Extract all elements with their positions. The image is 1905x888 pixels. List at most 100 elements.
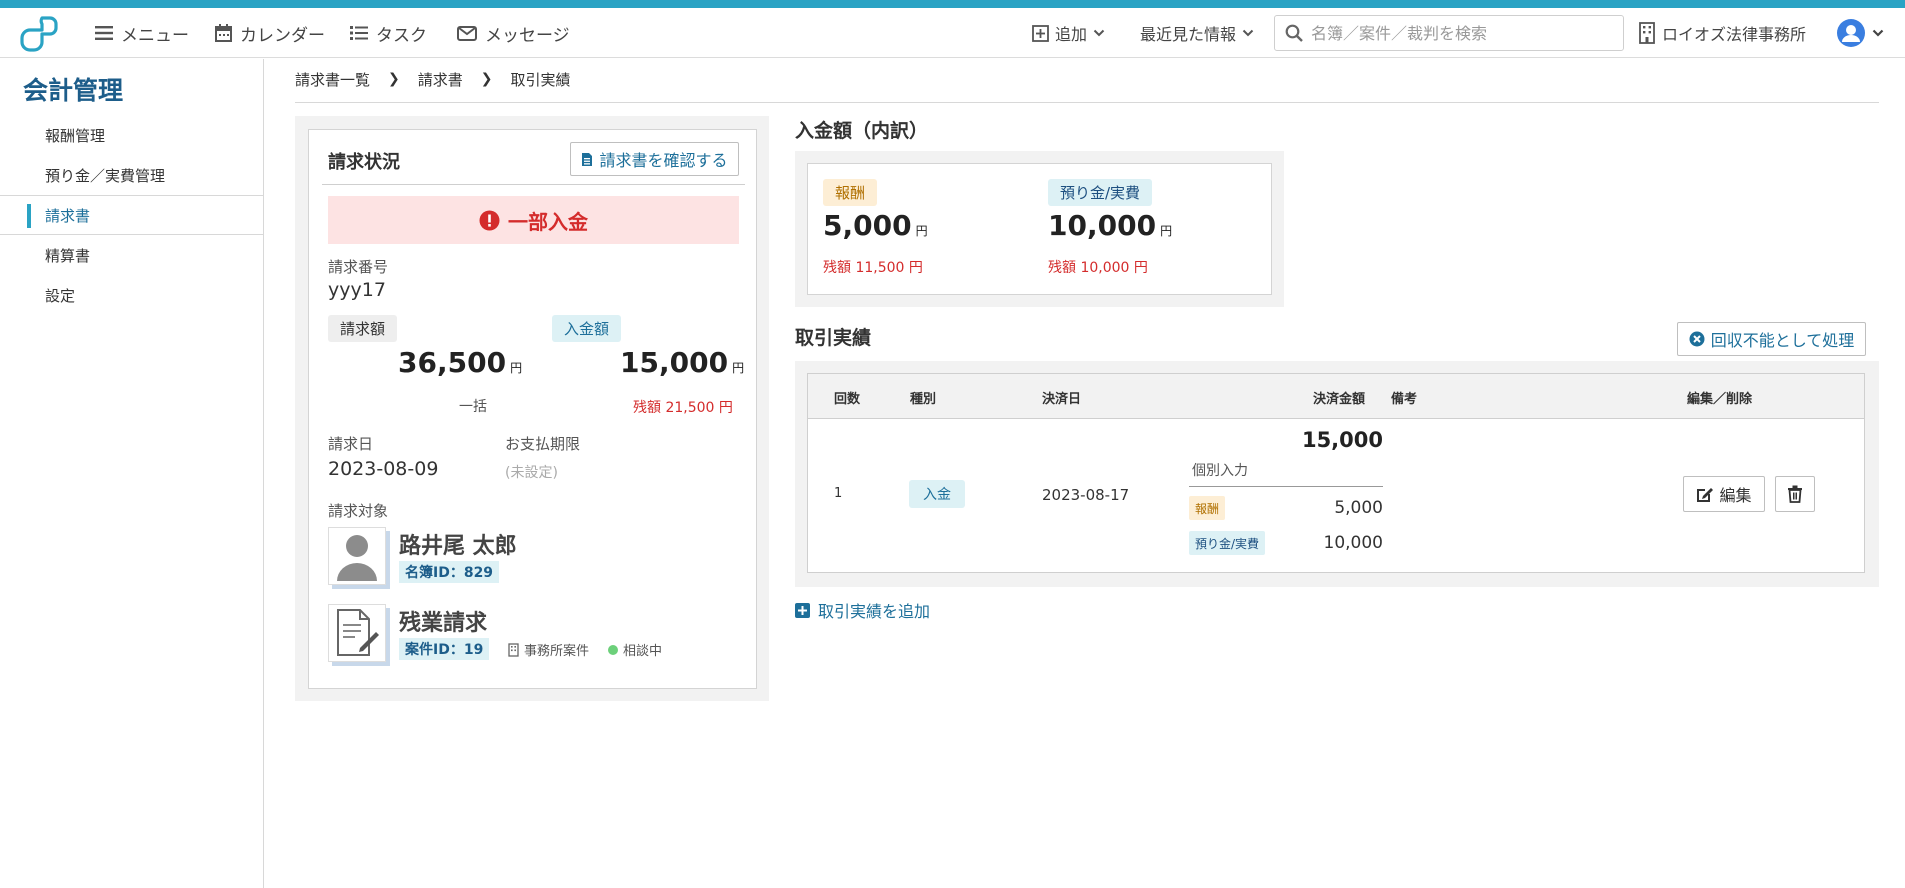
col-count: 回数 [834, 392, 861, 407]
sidebar-item-label: 報酬管理 [45, 126, 106, 145]
fee-amount: 5,000 [823, 209, 912, 242]
col-date: 決済日 [1042, 392, 1082, 407]
chevron-down-icon [1242, 29, 1254, 37]
search-icon [1285, 24, 1303, 42]
sidebar-item-settlements[interactable]: 精算書 [0, 235, 264, 275]
invoice-number: yyy17 [328, 279, 386, 301]
case-type: 事務所案件 [508, 640, 589, 659]
due-date: (未設定) [505, 465, 558, 481]
person-silhouette-icon [337, 535, 377, 581]
billing-target-label: 請求対象 [328, 502, 389, 520]
nav-task-label: タスク [376, 25, 427, 46]
nav-menu[interactable]: メニュー [95, 8, 189, 58]
fee-remaining: 残額 11,500 円 [823, 260, 923, 276]
table-header: 回数 種別 決済日 決済金額 備考 編集／削除 [808, 374, 1864, 419]
paid-amount-wrap: 15,000 円 [620, 346, 744, 379]
chevron-down-icon [1093, 29, 1105, 37]
app-logo-icon[interactable] [20, 14, 58, 52]
row-type-badge: 入金 [909, 480, 965, 508]
split-deposit-amount: 10,000 [1323, 533, 1383, 553]
billed-amount-label: 請求額 [328, 315, 398, 342]
case-avatar[interactable] [328, 604, 386, 662]
sidebar-title: 会計管理 [23, 76, 124, 105]
billed-payment-type: 一括 [459, 399, 487, 415]
mail-icon [457, 25, 477, 41]
card-divider [322, 184, 745, 185]
breadcrumb-divider [295, 102, 1879, 103]
nav-message[interactable]: メッセージ [457, 8, 570, 58]
sidebar: 会計管理 報酬管理 預り金／実費管理 請求書 精算書 設定 [0, 59, 264, 888]
case-status: 相談中 [608, 640, 662, 659]
mark-uncollectible-button[interactable]: 回収不能として処理 [1677, 322, 1866, 356]
chevron-down-icon [1872, 29, 1884, 37]
nav-menu-label: メニュー [121, 25, 189, 46]
sidebar-item-settings[interactable]: 設定 [0, 275, 264, 315]
breadcrumb-invoice[interactable]: 請求書 [418, 69, 463, 90]
paid-remaining: 残額 21,500 円 [633, 400, 733, 416]
deposit-remaining: 残額 10,000 円 [1048, 260, 1148, 276]
office-selector[interactable]: ロイオズ法律事務所 [1638, 8, 1806, 58]
deposit-amount-wrap: 10,000 円 [1048, 209, 1172, 242]
invoice-date-label: 請求日 [328, 435, 374, 453]
nav-task[interactable]: タスク [350, 8, 427, 58]
transactions-table: 回数 種別 決済日 決済金額 備考 編集／削除 1 入金 2023-08-17 … [807, 373, 1865, 573]
app-header: メニュー カレンダー タスク メッセージ 追加 最近見た情報 ロイオズ法律事務所 [0, 8, 1905, 58]
row-date: 2023-08-17 [1042, 486, 1130, 504]
deposit-label: 預り金/実費 [1048, 179, 1153, 206]
split-fee-amount: 5,000 [1334, 498, 1383, 518]
person-name[interactable]: 路井尾 太郎 [399, 528, 517, 560]
edit-icon [1697, 487, 1714, 502]
nav-calendar[interactable]: カレンダー [215, 8, 325, 58]
payment-status-banner: 一部入金 [328, 196, 739, 244]
sidebar-item-invoices[interactable]: 請求書 [0, 195, 264, 235]
row-input-type: 個別入力 [1192, 463, 1248, 479]
edit-transaction-button[interactable]: 編集 [1683, 476, 1765, 512]
nav-message-label: メッセージ [485, 25, 570, 46]
case-id-badge: 案件ID：19 [399, 638, 490, 660]
add-transaction-link[interactable]: 取引実績を追加 [795, 598, 930, 622]
case-type-label: 事務所案件 [524, 644, 590, 659]
breakdown-card: 報酬 5,000 円 残額 11,500 円 預り金/実費 10,000 円 残額 … [807, 163, 1272, 295]
top-accent-stripe [0, 0, 1905, 8]
search-input[interactable] [1311, 23, 1601, 43]
transactions-panel: 回数 種別 決済日 決済金額 備考 編集／削除 1 入金 2023-08-17 … [795, 361, 1879, 587]
sidebar-item-fees[interactable]: 報酬管理 [0, 115, 264, 155]
edit-label: 編集 [1719, 486, 1752, 505]
user-menu[interactable] [1836, 8, 1884, 58]
confirm-invoice-button[interactable]: 請求書を確認する [570, 142, 739, 176]
paid-amount-label: 入金額 [552, 315, 622, 342]
invoice-status-card: 請求状況 請求書を確認する 一部入金 請求番号 yyy17 請求額 入金額 36… [308, 129, 757, 689]
add-dropdown[interactable]: 追加 [1032, 8, 1105, 58]
status-dot-icon [608, 644, 618, 655]
person-avatar[interactable] [328, 527, 386, 585]
breakdown-title: 入金額（内訳） [795, 120, 929, 142]
sidebar-item-deposits[interactable]: 預り金／実費管理 [0, 155, 264, 195]
payment-status-text: 一部入金 [508, 209, 588, 234]
split-fee-badge: 報酬 [1189, 496, 1226, 520]
global-search [1274, 15, 1624, 51]
deposit-amount: 10,000 [1048, 209, 1157, 242]
user-avatar-icon [1837, 19, 1865, 47]
add-label: 追加 [1055, 25, 1088, 44]
delete-transaction-button[interactable] [1775, 476, 1815, 512]
amount-divider [1189, 486, 1383, 487]
col-note: 備考 [1391, 392, 1418, 407]
case-name[interactable]: 残業請求 [399, 605, 487, 637]
mark-uncollectible-label: 回収不能として処理 [1710, 331, 1855, 350]
breadcrumb: 請求書一覧 ❯ 請求書 ❯ 取引実績 [295, 66, 571, 92]
case-status-label: 相談中 [623, 644, 663, 659]
breadcrumb-invoice-list[interactable]: 請求書一覧 [295, 69, 370, 90]
building-icon [1639, 22, 1655, 44]
trash-icon [1788, 485, 1802, 503]
paid-amount: 15,000 [620, 346, 729, 379]
sidebar-item-label: 精算書 [45, 246, 91, 265]
sidebar-item-label: 設定 [45, 286, 76, 305]
document-edit-icon [337, 609, 379, 656]
plus-square-icon [795, 602, 810, 618]
paid-unit: 円 [732, 361, 745, 375]
plus-square-icon [1032, 24, 1049, 42]
menu-icon [95, 26, 113, 40]
task-list-icon [350, 26, 368, 40]
recent-dropdown[interactable]: 最近見た情報 [1140, 8, 1254, 58]
fee-label: 報酬 [823, 179, 878, 206]
